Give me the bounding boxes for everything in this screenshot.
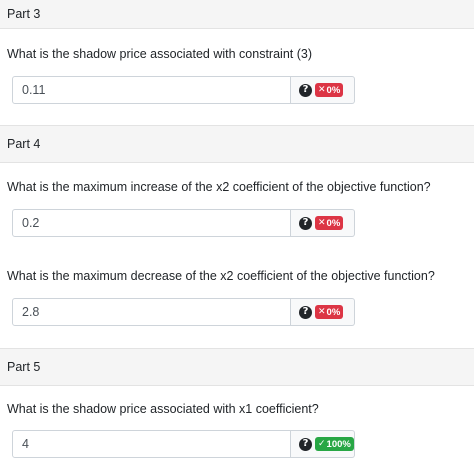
question-text: What is the shadow price associated with… xyxy=(7,47,312,61)
answer-input[interactable] xyxy=(12,298,291,326)
score-value: 0% xyxy=(326,84,341,96)
score-value: 0% xyxy=(326,217,341,229)
answer-feedback: ? ✓ 100% xyxy=(291,430,355,458)
score-badge: ✕ 0% xyxy=(315,216,344,230)
answer-group: ? ✕ 0% xyxy=(12,76,355,104)
question-circle-icon[interactable]: ? xyxy=(299,437,312,451)
question-circle-icon[interactable]: ? xyxy=(299,216,312,230)
answer-group: ? ✕ 0% xyxy=(12,298,355,326)
answer-feedback: ? ✕ 0% xyxy=(291,298,355,326)
part-title: Part 3 xyxy=(7,7,41,21)
score-badge: ✕ 0% xyxy=(315,305,344,319)
part-5-header: Part 5 xyxy=(0,348,474,386)
score-value: 0% xyxy=(326,306,341,318)
score-badge: ✕ 0% xyxy=(315,83,344,97)
check-icon: ✓ xyxy=(318,439,326,449)
times-icon: ✕ xyxy=(318,85,326,95)
part-title: Part 4 xyxy=(7,137,41,151)
question-text: What is the shadow price associated with… xyxy=(7,402,319,416)
score-value: 100% xyxy=(326,438,351,450)
times-icon: ✕ xyxy=(318,218,326,228)
question-text: What is the maximum decrease of the x2 c… xyxy=(7,269,435,283)
answer-input[interactable] xyxy=(12,430,291,458)
score-badge: ✓ 100% xyxy=(315,437,354,451)
times-icon: ✕ xyxy=(318,307,326,317)
question-circle-icon[interactable]: ? xyxy=(299,305,312,319)
answer-feedback: ? ✕ 0% xyxy=(291,76,355,104)
answer-input[interactable] xyxy=(12,76,291,104)
question-text: What is the maximum increase of the x2 c… xyxy=(7,180,431,194)
answer-group: ? ✓ 100% xyxy=(12,430,355,458)
part-title: Part 5 xyxy=(7,360,41,374)
question-circle-icon[interactable]: ? xyxy=(299,83,312,97)
part-4-header: Part 4 xyxy=(0,125,474,163)
part-3-header: Part 3 xyxy=(0,0,474,29)
answer-input[interactable] xyxy=(12,209,291,237)
answer-group: ? ✕ 0% xyxy=(12,209,355,237)
answer-feedback: ? ✕ 0% xyxy=(291,209,355,237)
